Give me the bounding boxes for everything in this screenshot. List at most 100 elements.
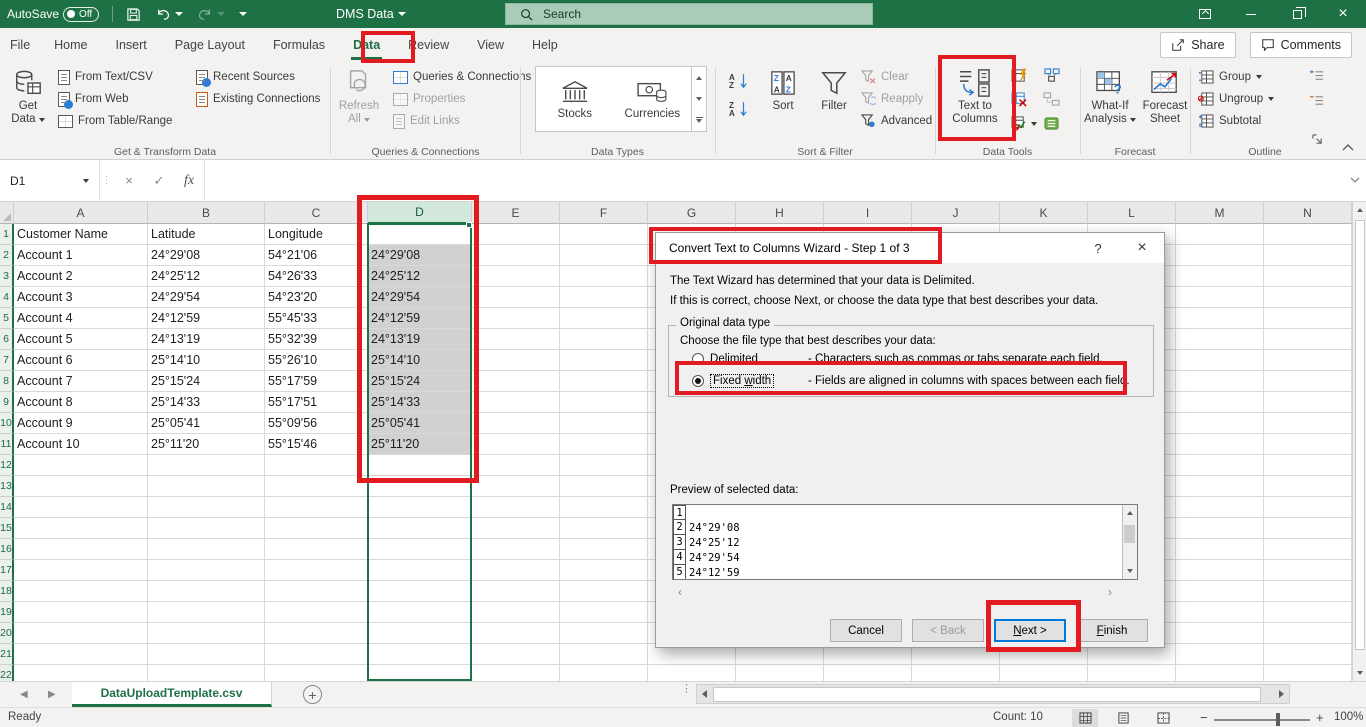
cell-C21[interactable] [265, 644, 368, 665]
filter-button[interactable]: Filter [811, 62, 857, 144]
cell-D3[interactable]: 24°25'12 [368, 266, 472, 287]
remove-duplicates-button[interactable] [1011, 92, 1037, 110]
tab-data[interactable]: Data [339, 28, 394, 62]
insert-function-button[interactable]: fx [174, 160, 204, 201]
cell-A19[interactable] [14, 602, 148, 623]
cell-A22[interactable] [14, 665, 148, 681]
cell-M14[interactable] [1176, 497, 1264, 518]
cell-C8[interactable]: 55°17'59 [265, 371, 368, 392]
column-header-e[interactable]: E [472, 202, 560, 224]
row-header-6[interactable]: 6 [0, 329, 14, 350]
get-data-button[interactable]: Get Data [4, 62, 52, 144]
cell-N7[interactable] [1264, 350, 1352, 371]
cell-D20[interactable] [368, 623, 472, 644]
cell-D1[interactable] [368, 224, 472, 245]
preview-scroll-down[interactable] [1123, 563, 1137, 579]
cell-C1[interactable]: Longitude [265, 224, 368, 245]
zoom-out-button[interactable]: − [1200, 710, 1208, 725]
share-button[interactable]: Share [1160, 32, 1235, 58]
cell-E13[interactable] [472, 476, 560, 497]
cell-F7[interactable] [560, 350, 648, 371]
row-header-16[interactable]: 16 [0, 539, 14, 560]
show-detail-button[interactable] [1308, 70, 1324, 85]
column-header-h[interactable]: H [736, 202, 824, 224]
cell-F18[interactable] [560, 581, 648, 602]
fixed-width-radio[interactable] [692, 375, 704, 387]
row-header-14[interactable]: 14 [0, 497, 14, 518]
column-header-f[interactable]: F [560, 202, 648, 224]
cell-E20[interactable] [472, 623, 560, 644]
properties-button[interactable]: Properties [393, 88, 531, 110]
tab-help[interactable]: Help [518, 28, 572, 62]
currencies-button[interactable]: Currencies [614, 67, 692, 131]
zoom-slider-track[interactable] [1214, 719, 1310, 721]
customize-qat-button[interactable] [232, 0, 254, 28]
cell-N17[interactable] [1264, 560, 1352, 581]
cell-F15[interactable] [560, 518, 648, 539]
cell-D16[interactable] [368, 539, 472, 560]
cell-M20[interactable] [1176, 623, 1264, 644]
row-header-9[interactable]: 9 [0, 392, 14, 413]
from-web-button[interactable]: From Web [58, 88, 172, 110]
cell-C10[interactable]: 55°09'56 [265, 413, 368, 434]
cell-E9[interactable] [472, 392, 560, 413]
cell-M9[interactable] [1176, 392, 1264, 413]
cell-M21[interactable] [1176, 644, 1264, 665]
cell-F13[interactable] [560, 476, 648, 497]
row-header-21[interactable]: 21 [0, 644, 14, 665]
cell-B3[interactable]: 24°25'12 [148, 266, 265, 287]
cell-N8[interactable] [1264, 371, 1352, 392]
cell-A2[interactable]: Account 1 [14, 245, 148, 266]
cell-B5[interactable]: 24°12'59 [148, 308, 265, 329]
cell-B10[interactable]: 25°05'41 [148, 413, 265, 434]
scroll-up-button[interactable] [1353, 202, 1366, 218]
cell-N19[interactable] [1264, 602, 1352, 623]
cell-B22[interactable] [148, 665, 265, 681]
cell-C7[interactable]: 55°26'10 [265, 350, 368, 371]
cell-N18[interactable] [1264, 581, 1352, 602]
cell-A16[interactable] [14, 539, 148, 560]
cell-B6[interactable]: 24°13'19 [148, 329, 265, 350]
gallery-down-button[interactable] [692, 88, 706, 109]
cell-N5[interactable] [1264, 308, 1352, 329]
cell-N14[interactable] [1264, 497, 1352, 518]
text-to-columns-button[interactable]: Text to Columns [943, 62, 1007, 144]
scroll-right-button[interactable] [1274, 690, 1289, 698]
cancel-entry-button[interactable]: × [114, 160, 144, 201]
cell-D17[interactable] [368, 560, 472, 581]
horizontal-scroll-thumb[interactable] [713, 687, 1261, 702]
cell-D22[interactable] [368, 665, 472, 681]
cell-A14[interactable] [14, 497, 148, 518]
cell-N2[interactable] [1264, 245, 1352, 266]
cell-B16[interactable] [148, 539, 265, 560]
cell-D2[interactable]: 24°29'08 [368, 245, 472, 266]
cell-C17[interactable] [265, 560, 368, 581]
cell-M2[interactable] [1176, 245, 1264, 266]
row-header-4[interactable]: 4 [0, 287, 14, 308]
cell-E18[interactable] [472, 581, 560, 602]
cell-E5[interactable] [472, 308, 560, 329]
clear-filter-button[interactable]: Clear [861, 66, 932, 88]
cell-I22[interactable] [824, 665, 912, 681]
row-header-22[interactable]: 22 [0, 665, 14, 681]
delimited-radio-row[interactable]: Delimited - Characters such as commas or… [692, 353, 758, 365]
relationships-button[interactable] [1043, 92, 1060, 110]
hide-detail-button[interactable] [1308, 95, 1324, 110]
cell-E21[interactable] [472, 644, 560, 665]
cell-A5[interactable]: Account 4 [14, 308, 148, 329]
cell-A15[interactable] [14, 518, 148, 539]
cell-A21[interactable] [14, 644, 148, 665]
cell-B19[interactable] [148, 602, 265, 623]
cell-N21[interactable] [1264, 644, 1352, 665]
preview-box[interactable]: 1 224°29'08 324°25'12 424°29'54 524°12'5… [672, 504, 1138, 580]
cell-E2[interactable] [472, 245, 560, 266]
cell-F14[interactable] [560, 497, 648, 518]
row-header-20[interactable]: 20 [0, 623, 14, 644]
finish-button[interactable]: Finish [1076, 619, 1148, 642]
tab-file[interactable]: File [0, 28, 40, 62]
cell-F11[interactable] [560, 434, 648, 455]
cell-F1[interactable] [560, 224, 648, 245]
row-header-19[interactable]: 19 [0, 602, 14, 623]
cell-N22[interactable] [1264, 665, 1352, 681]
cell-B13[interactable] [148, 476, 265, 497]
